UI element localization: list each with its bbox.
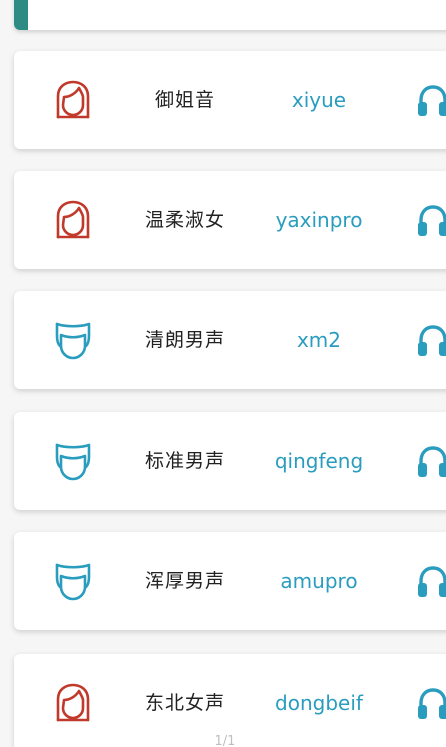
headphones-icon[interactable] <box>416 203 446 239</box>
voice-name: 标准男声 <box>144 450 225 472</box>
voice-card[interactable]: 标准男声 qingfeng <box>14 412 446 510</box>
headphones-icon[interactable] <box>416 564 446 600</box>
voice-card[interactable]: 温柔淑女 yaxinpro <box>14 171 446 269</box>
voice-code: yaxinpro <box>275 208 363 232</box>
headphones-icon[interactable] <box>416 444 446 480</box>
female-avatar-icon <box>54 80 92 120</box>
voice-card[interactable]: 浑厚男声 amupro <box>14 532 446 630</box>
voice-list-page: 御姐音 xiyue 温柔淑女 yaxinpro 清朗男声 xm2 标准男声 qingfe… <box>0 0 446 747</box>
voice-code: qingfeng <box>274 449 364 473</box>
accent-bar <box>14 0 28 30</box>
headphones-icon[interactable] <box>416 83 446 119</box>
male-avatar-icon <box>54 441 92 481</box>
headphones-icon[interactable] <box>416 323 446 359</box>
voice-card[interactable]: 清朗男声 xm2 <box>14 291 446 389</box>
female-avatar-icon <box>54 683 92 723</box>
headphones-icon[interactable] <box>416 686 446 722</box>
female-avatar-icon <box>54 200 92 240</box>
voice-name: 清朗男声 <box>144 329 225 351</box>
voice-name: 温柔淑女 <box>144 209 225 231</box>
page-indicator: 1/1 <box>214 734 236 747</box>
male-avatar-icon <box>54 320 92 360</box>
voice-name: 浑厚男声 <box>144 570 225 592</box>
previous-card-partial <box>14 0 446 30</box>
voice-code: xm2 <box>296 328 342 352</box>
voice-code: dongbeif <box>275 691 363 715</box>
voice-code: amupro <box>280 569 358 593</box>
voice-name: 御姐音 <box>154 89 215 111</box>
male-avatar-icon <box>54 561 92 601</box>
voice-code: xiyue <box>291 88 347 112</box>
voice-card[interactable]: 御姐音 xiyue <box>14 51 446 149</box>
